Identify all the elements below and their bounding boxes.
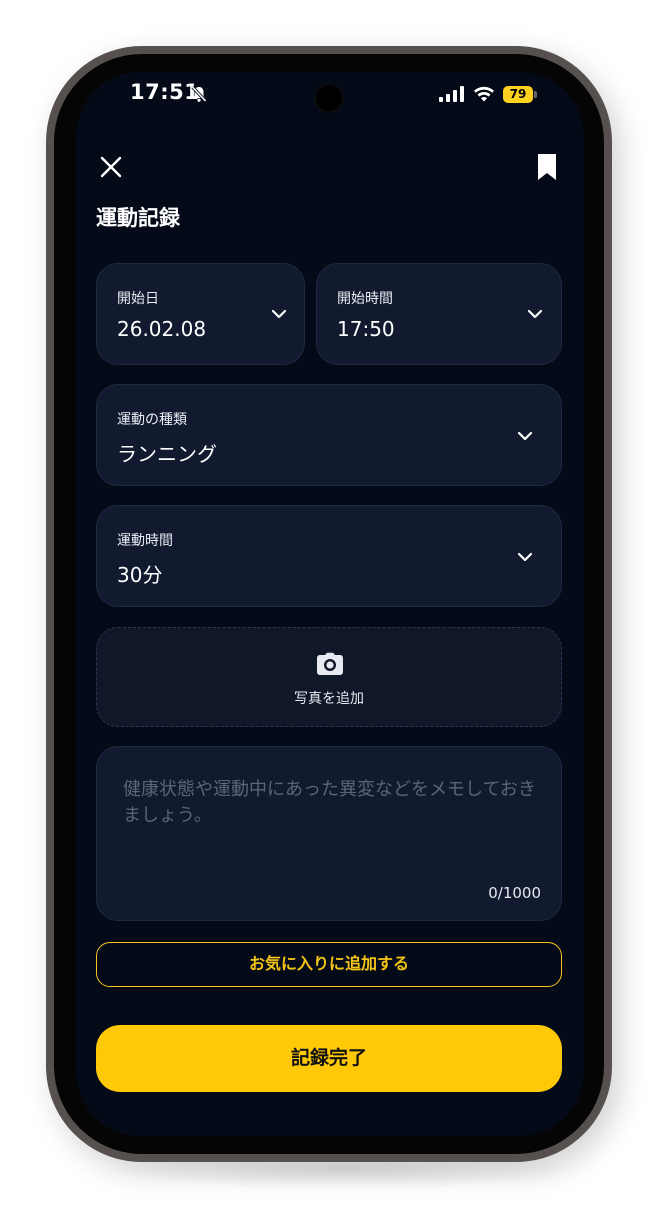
camera-icon [317, 652, 343, 675]
exercise-type-label: 運動の種類 [117, 412, 187, 428]
start-time-value: 17:50 [337, 317, 395, 341]
start-date-label: 開始日 [117, 291, 159, 307]
add-photo-label: 写真を追加 [294, 691, 364, 707]
exercise-type-select[interactable]: 運動の種類 ランニング [96, 384, 562, 486]
duration-label: 運動時間 [117, 533, 173, 549]
chevron-down-icon [271, 309, 287, 319]
battery-nub [534, 91, 537, 98]
memo-character-count: 0/1000 [488, 884, 541, 902]
wifi-icon [474, 86, 494, 102]
page-title: 運動記録 [96, 206, 180, 230]
chevron-down-icon [517, 552, 533, 562]
add-to-favorites-button[interactable]: お気に入りに追加する [96, 942, 562, 987]
chevron-down-icon [517, 431, 533, 441]
stage: 17:51 79 運動記録 開始日 26.02.08 開始時間 17:50 運動… [0, 0, 660, 1206]
front-camera [314, 83, 344, 113]
chevron-down-icon [527, 309, 543, 319]
bookmark-icon[interactable] [535, 152, 559, 182]
status-time: 17:51 [130, 80, 200, 104]
start-time-select[interactable]: 開始時間 17:50 [316, 263, 562, 365]
signal-icon [439, 86, 464, 102]
battery-indicator: 79 [503, 86, 533, 103]
close-icon[interactable] [99, 155, 123, 179]
exercise-type-value: ランニング [117, 442, 217, 466]
start-date-select[interactable]: 開始日 26.02.08 [96, 263, 305, 365]
memo-field[interactable]: 健康状態や運動中にあった異変などをメモしておきましょう。 0/1000 [96, 746, 562, 921]
add-photo-button[interactable]: 写真を追加 [96, 627, 562, 727]
start-date-value: 26.02.08 [117, 317, 207, 341]
duration-value: 30分 [117, 563, 163, 587]
start-time-label: 開始時間 [337, 291, 393, 307]
bell-off-icon [191, 85, 207, 103]
duration-select[interactable]: 運動時間 30分 [96, 505, 562, 607]
memo-placeholder: 健康状態や運動中にあった異変などをメモしておきましょう。 [123, 779, 536, 826]
complete-record-button[interactable]: 記録完了 [96, 1025, 562, 1092]
